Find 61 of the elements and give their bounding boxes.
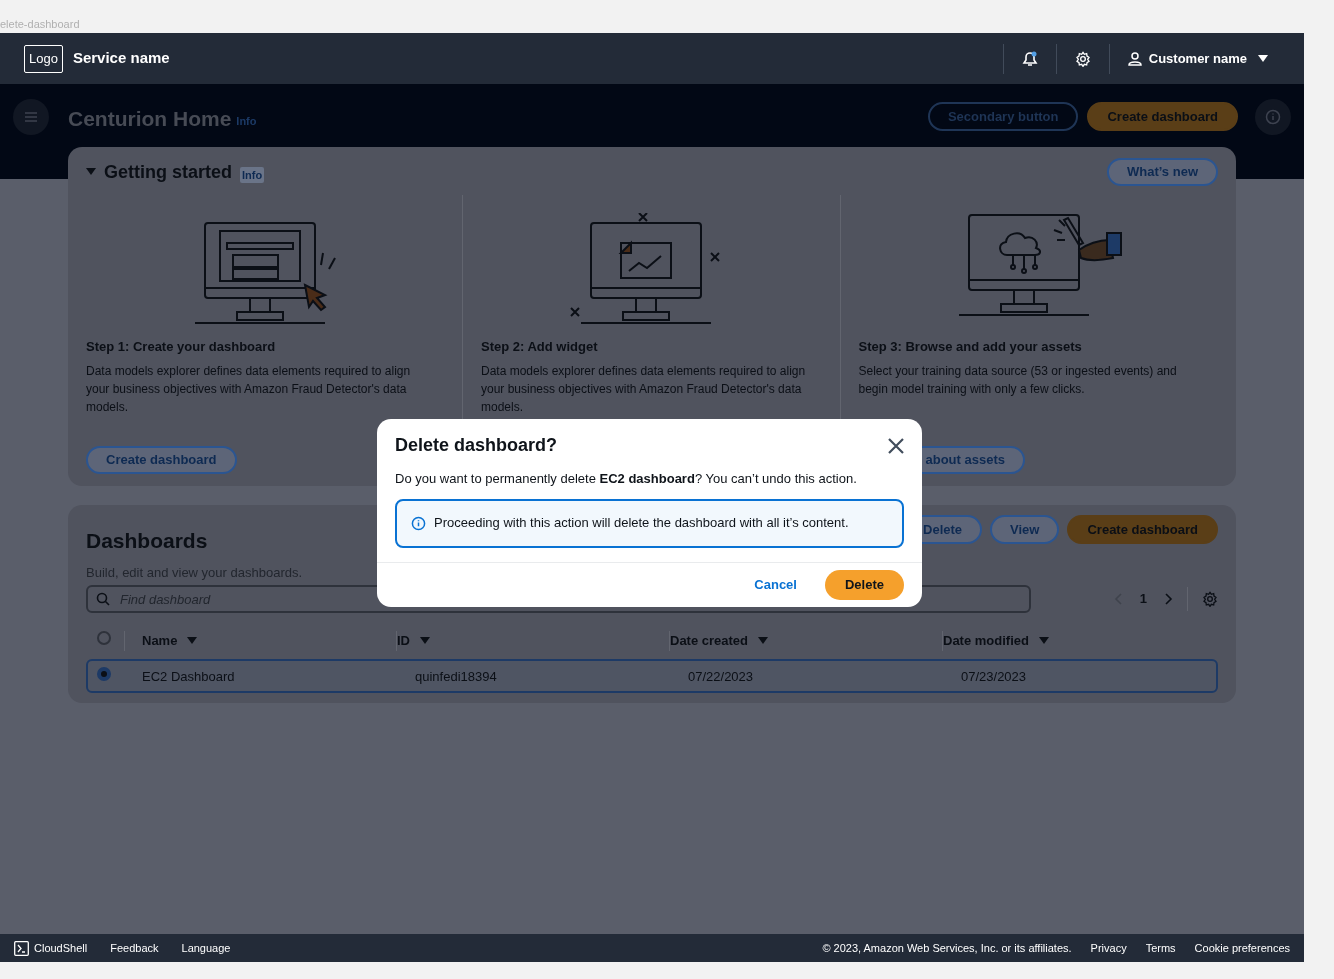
create-dashboard-button[interactable]: Create dashboard — [86, 445, 237, 474]
column-header[interactable]: Date modified — [943, 631, 1029, 651]
page-number[interactable]: 1 — [1139, 589, 1147, 609]
search-icon — [96, 592, 110, 606]
page-title: Centurion Home — [68, 106, 232, 132]
terminal-icon[interactable] — [14, 940, 29, 956]
table-cell: EC2 Dashboard — [142, 669, 235, 684]
create-dashboard-button[interactable]: Create dashboard — [1087, 102, 1238, 131]
footer-link[interactable]: Privacy — [1090, 939, 1127, 957]
sort-caret-icon — [758, 637, 769, 645]
menu-icon — [25, 112, 37, 122]
step-description: Select your training data source (53 or ingested events) and begin model training with only a few clicks. — [858, 362, 1178, 398]
footer-link[interactable]: Feedback — [110, 939, 159, 957]
user-menu[interactable]: Customer name — [1109, 48, 1280, 69]
modal-message: Do you want to permanently delete EC2 dashboard? You can’t undo this action. — [394, 470, 858, 488]
notification-bell-icon[interactable] — [1020, 49, 1039, 68]
step-description: Data models explorer defines data elements required to align your business objectives with Amazon Fraud Detector's data models. — [86, 362, 412, 416]
footer-link[interactable]: Terms — [1145, 939, 1176, 957]
secondary-button[interactable]: Secondary button — [927, 102, 1079, 131]
step-title: Step 2: Add widget — [481, 338, 599, 356]
column-header[interactable]: Name — [142, 631, 178, 651]
step-description: Data models explorer defines data elements required to align your business objectives with Amazon Fraud Detector's data models. — [481, 362, 807, 416]
info-icon — [411, 515, 426, 531]
info-link[interactable]: Info — [240, 166, 265, 184]
copyright-text: © 2023, Amazon Web Services, Inc. or its affiliates. — [822, 940, 1072, 956]
expand-caret-icon[interactable] — [86, 168, 96, 176]
column-header[interactable]: Date created — [670, 631, 749, 651]
info-link[interactable]: Info — [236, 113, 257, 130]
menu-button[interactable] — [13, 99, 49, 135]
sort-caret-icon — [187, 637, 198, 645]
step-title: Step 1: Create your dashboard — [86, 338, 277, 356]
service-name[interactable]: Service name — [72, 47, 170, 70]
section-title[interactable]: Getting started — [104, 158, 232, 186]
info-icon — [1265, 109, 1281, 125]
radio-button[interactable] — [97, 631, 111, 646]
radio-button[interactable] — [97, 667, 111, 681]
section-title: Dashboards — [86, 528, 209, 554]
sort-caret-icon — [420, 637, 430, 645]
footer-link[interactable]: Language — [181, 939, 231, 957]
footer-link[interactable]: Cookie preferences — [1194, 939, 1290, 957]
table-cell: quinfedi18394 — [415, 669, 497, 684]
alert-text: Proceeding with this action will delete the dashboard with all it’s content. — [434, 514, 849, 533]
footer-link[interactable]: CloudShell — [34, 939, 88, 957]
modal-title: Delete dashboard? — [395, 434, 558, 457]
sort-caret-icon — [1038, 637, 1049, 645]
step-title: Step 3: Browse and add your assets — [858, 338, 1083, 356]
column-header[interactable]: ID — [397, 631, 410, 651]
create-dashboard-button[interactable]: Create dashboard — [1067, 515, 1218, 544]
table-cell: 07/23/2023 — [961, 669, 1027, 684]
close-icon[interactable] — [888, 437, 904, 454]
table-cell: 07/22/2023 — [688, 669, 754, 684]
caret-down-icon — [1258, 54, 1268, 63]
view-button[interactable]: View — [990, 515, 1060, 544]
info-button[interactable] — [1255, 99, 1291, 135]
table-row[interactable]: EC2 Dashboard quinfedi18394 07/22/2023 07/23/2023 — [86, 659, 1218, 693]
logo[interactable]: Logo — [24, 44, 63, 73]
next-page-icon[interactable] — [1165, 593, 1173, 605]
url-label: elete-dashboard — [0, 17, 80, 31]
whats-new-button[interactable]: What’s new — [1106, 158, 1218, 186]
delete-button[interactable]: Delete — [824, 569, 904, 600]
user-icon — [1127, 51, 1142, 66]
